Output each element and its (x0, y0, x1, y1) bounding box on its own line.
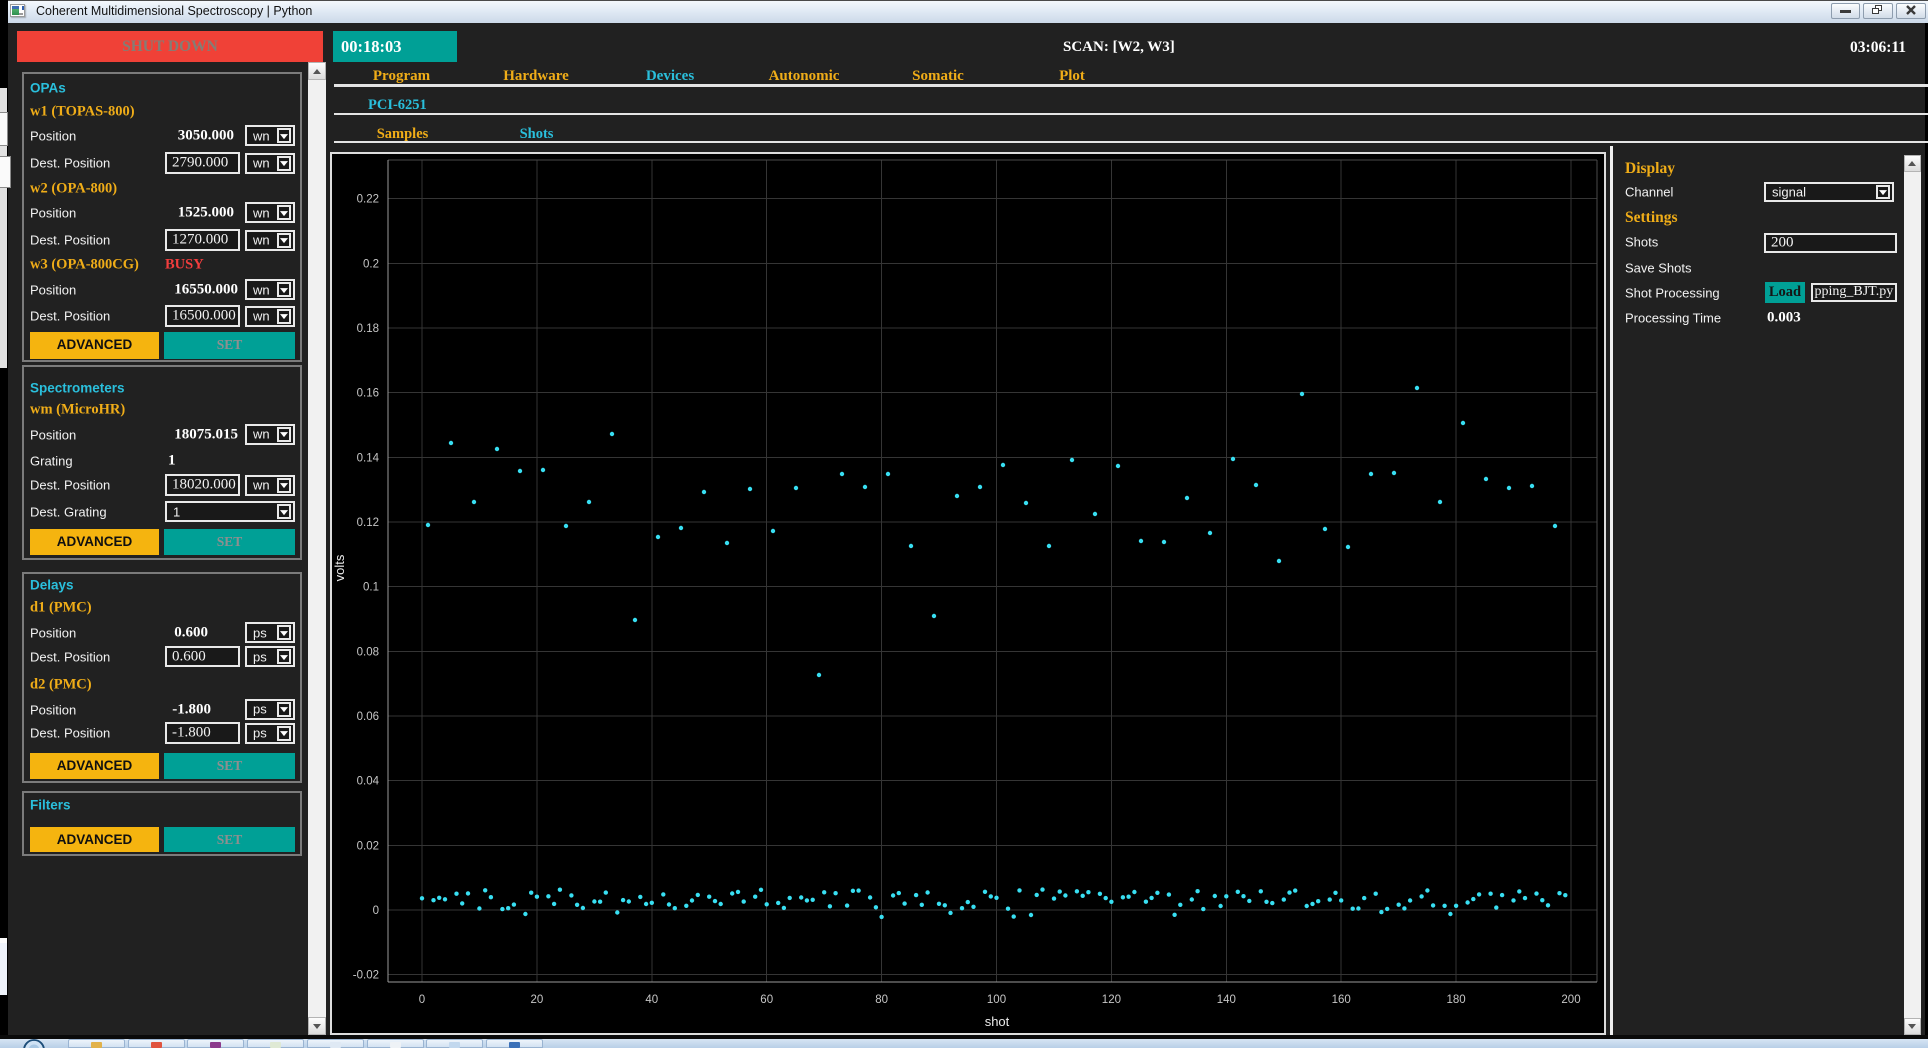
svg-text:60: 60 (760, 994, 773, 1006)
svg-text:0.16: 0.16 (357, 388, 379, 400)
svg-text:0.08: 0.08 (357, 646, 379, 658)
svg-text:80: 80 (875, 994, 888, 1006)
svg-text:-0.02: -0.02 (353, 970, 379, 982)
svg-text:0.12: 0.12 (357, 517, 379, 529)
svg-text:0.06: 0.06 (357, 711, 379, 723)
svg-text:100: 100 (987, 994, 1006, 1006)
svg-text:0.18: 0.18 (357, 323, 379, 335)
svg-text:160: 160 (1332, 994, 1351, 1006)
svg-text:0.22: 0.22 (357, 194, 379, 206)
svg-text:40: 40 (645, 994, 658, 1006)
svg-text:0.02: 0.02 (357, 840, 379, 852)
svg-text:180: 180 (1447, 994, 1466, 1006)
svg-text:0.1: 0.1 (363, 582, 379, 594)
svg-text:0.04: 0.04 (357, 776, 380, 788)
svg-text:200: 200 (1561, 994, 1580, 1006)
svg-text:0.14: 0.14 (357, 452, 380, 464)
svg-text:shot: shot (985, 1014, 1010, 1029)
svg-text:140: 140 (1217, 994, 1236, 1006)
svg-text:0: 0 (419, 994, 425, 1006)
svg-text:120: 120 (1102, 994, 1121, 1006)
svg-text:0.2: 0.2 (363, 258, 379, 270)
svg-text:0: 0 (373, 905, 379, 917)
svg-text:volts: volts (332, 554, 347, 581)
svg-text:20: 20 (531, 994, 544, 1006)
